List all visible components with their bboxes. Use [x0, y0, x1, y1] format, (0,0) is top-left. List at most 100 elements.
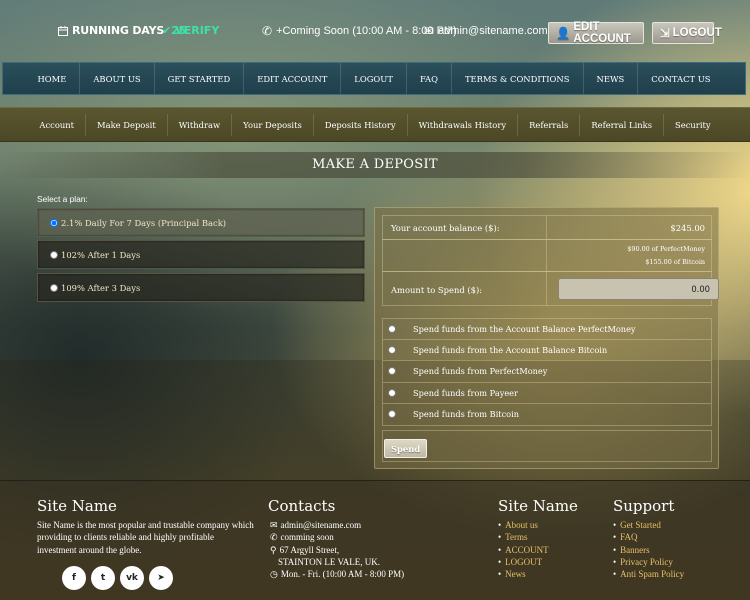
footer-link-terms[interactable]: Terms	[498, 531, 549, 543]
nav-terms[interactable]: TERMS & CONDITIONS	[452, 63, 584, 94]
balance-value: $245.00	[670, 223, 705, 233]
footer: Site Name Site Name is the most popular …	[0, 480, 750, 600]
select-plan-label: Select a plan:	[37, 194, 88, 204]
spend-radio-1[interactable]	[388, 324, 396, 333]
edit-account-button[interactable]: 👤 EDIT ACCOUNT	[548, 21, 644, 45]
footer-link-get-started[interactable]: Get Started	[613, 519, 684, 531]
footer-links-title: Site Name	[498, 497, 578, 515]
spend-option-1[interactable]: Spend funds from the Account Balance Per…	[382, 318, 712, 340]
account-nav: Account Make Deposit Withdraw Your Depos…	[0, 107, 750, 142]
spend-option-5[interactable]: Spend funds from Bitcoin	[382, 404, 712, 426]
footer-about-text: Site Name is the most popular and trusta…	[37, 520, 254, 555]
footer-support-title: Support	[613, 497, 675, 515]
contact-address-row-2: STAINTON LE VALE, UK.	[270, 556, 404, 568]
footer-link-account[interactable]: ACCOUNT	[498, 544, 549, 556]
page-title: MAKE A DEPOSIT	[0, 152, 750, 178]
acct-nav-referrals[interactable]: Referrals	[518, 113, 581, 136]
spend-option-3[interactable]: Spend funds from PerfectMoney	[382, 361, 712, 383]
acct-nav-withdrawals-history[interactable]: Withdrawals History	[408, 113, 519, 136]
contact-email-row[interactable]: ✉ admin@sitename.com	[270, 519, 404, 531]
plan-radio-1[interactable]	[50, 218, 58, 227]
balance-breakdown-spacer	[383, 240, 547, 271]
spend-button[interactable]: Spend	[384, 439, 428, 458]
verify-label: VERIFY	[175, 24, 220, 37]
acct-nav-account[interactable]: Account	[28, 113, 87, 136]
spend-option-label: Spend funds from Payeer	[413, 387, 518, 398]
footer-link-antispam[interactable]: Anti Spam Policy	[613, 568, 684, 580]
envelope-icon: ✉	[270, 520, 278, 530]
footer-link-faq[interactable]: FAQ	[613, 531, 684, 543]
contact-phone-row: ✆ comming soon	[270, 531, 404, 543]
acct-nav-make-deposit[interactable]: Make Deposit	[86, 113, 168, 136]
balance-label-cell: Your account balance ($):	[383, 216, 547, 239]
telegram-icon[interactable]: ➤	[149, 566, 173, 590]
plan-option-label: 102% After 1 Days	[61, 249, 141, 260]
acct-nav-security[interactable]: Security	[664, 114, 722, 136]
vk-icon[interactable]: vk	[120, 566, 144, 590]
plan-option-1[interactable]: 2.1% Daily For 7 Days (Principal Back)	[37, 208, 365, 237]
footer-contacts: ✉ admin@sitename.com ✆ comming soon ⚲ 67 Ar…	[270, 519, 404, 580]
spend-option-label: Spend funds from the Account Balance Bit…	[413, 344, 608, 355]
nav-get-started[interactable]: GET STARTED	[155, 63, 245, 94]
footer-link-about[interactable]: About us	[498, 519, 549, 531]
user-plus-icon: 👤	[556, 28, 571, 40]
nav-home[interactable]: HOME	[24, 63, 81, 94]
verify-badge[interactable]: ✔ VERIFY	[162, 24, 219, 37]
logout-label: LOGOUT	[672, 27, 722, 39]
plan-radio-2[interactable]	[50, 250, 58, 259]
acct-nav-deposits-history[interactable]: Deposits History	[314, 113, 408, 136]
balance-label: Your account balance ($):	[391, 223, 500, 233]
acct-nav-withdraw[interactable]: Withdraw	[168, 113, 233, 136]
phone-icon: ✆	[270, 532, 278, 543]
footer-link-privacy[interactable]: Privacy Policy	[613, 556, 684, 568]
footer-contacts-title: Contacts	[268, 497, 336, 515]
twitter-icon[interactable]: t	[91, 566, 115, 590]
nav-news[interactable]: NEWS	[584, 63, 639, 94]
plan-option-label: 109% After 3 Days	[61, 282, 141, 293]
spend-options: Spend funds from the Account Balance Per…	[382, 318, 712, 426]
spend-option-label: Spend funds from Bitcoin	[413, 409, 520, 420]
contact-address-row: ⚲ 67 Argyll Street,	[270, 544, 404, 556]
top-bar: RUNNING DAYS 25 ✔ VERIFY ✆ +Coming Soon …	[0, 0, 750, 62]
nav-logout[interactable]: LOGOUT	[341, 63, 407, 94]
spend-option-2[interactable]: Spend funds from the Account Balance Bit…	[382, 339, 712, 361]
footer-link-logout[interactable]: LOGOUT	[498, 556, 549, 568]
facebook-icon[interactable]: f	[62, 566, 86, 590]
spend-radio-4[interactable]	[388, 388, 396, 397]
nav-about-us[interactable]: ABOUT US	[80, 63, 155, 94]
perfectmoney-balance: $90.00 of PerfectMoney	[627, 245, 705, 253]
acct-nav-your-deposits[interactable]: Your Deposits	[232, 113, 314, 136]
edit-account-label: EDIT ACCOUNT	[573, 21, 631, 45]
footer-link-news[interactable]: News	[498, 568, 549, 580]
envelope-icon: ✉	[424, 24, 435, 38]
plan-option-label: 2.1% Daily For 7 Days (Principal Back)	[61, 217, 227, 228]
balance-breakdown-row: $90.00 of PerfectMoney $155.00 of Bitcoi…	[382, 239, 712, 272]
spend-option-label: Spend funds from PerfectMoney	[413, 366, 548, 377]
email-info[interactable]: ✉ admin@sitename.com	[424, 24, 548, 38]
contact-hours: Mon. - Fri. (10:00 AM - 8:00 PM)	[280, 569, 405, 580]
spend-radio-2[interactable]	[388, 345, 396, 354]
spend-button-row: Spend	[382, 430, 712, 462]
spend-radio-3[interactable]	[388, 367, 396, 376]
phone-icon: ✆	[262, 24, 273, 38]
logout-icon: ⇲	[660, 28, 670, 40]
nav-faq[interactable]: FAQ	[407, 63, 452, 94]
contact-email: admin@sitename.com	[280, 520, 362, 530]
plan-radio-3[interactable]	[50, 283, 58, 292]
plan-option-2[interactable]: 102% After 1 Days	[37, 240, 365, 269]
spend-radio-5[interactable]	[388, 410, 396, 419]
footer-link-banners[interactable]: Banners	[613, 544, 684, 556]
nav-edit-account[interactable]: EDIT ACCOUNT	[244, 63, 342, 94]
amount-label: Amount to Spend ($):	[391, 285, 483, 295]
nav-contact-us[interactable]: CONTACT US	[638, 63, 723, 94]
spend-option-4[interactable]: Spend funds from Payeer	[382, 382, 712, 404]
bitcoin-balance: $155.00 of Bitcoin	[645, 258, 705, 266]
balance-row: Your account balance ($): $245.00	[382, 215, 712, 240]
plan-option-3[interactable]: 109% After 3 Days	[37, 273, 365, 302]
clock-icon: ◷	[270, 569, 278, 580]
acct-nav-referral-links[interactable]: Referral Links	[580, 113, 665, 136]
logout-button[interactable]: ⇲ LOGOUT	[652, 22, 722, 44]
footer-about-title: Site Name	[37, 497, 117, 515]
amount-input[interactable]: 0.00	[558, 278, 719, 300]
footer-links: About us Terms ACCOUNT LOGOUT News	[498, 519, 549, 580]
